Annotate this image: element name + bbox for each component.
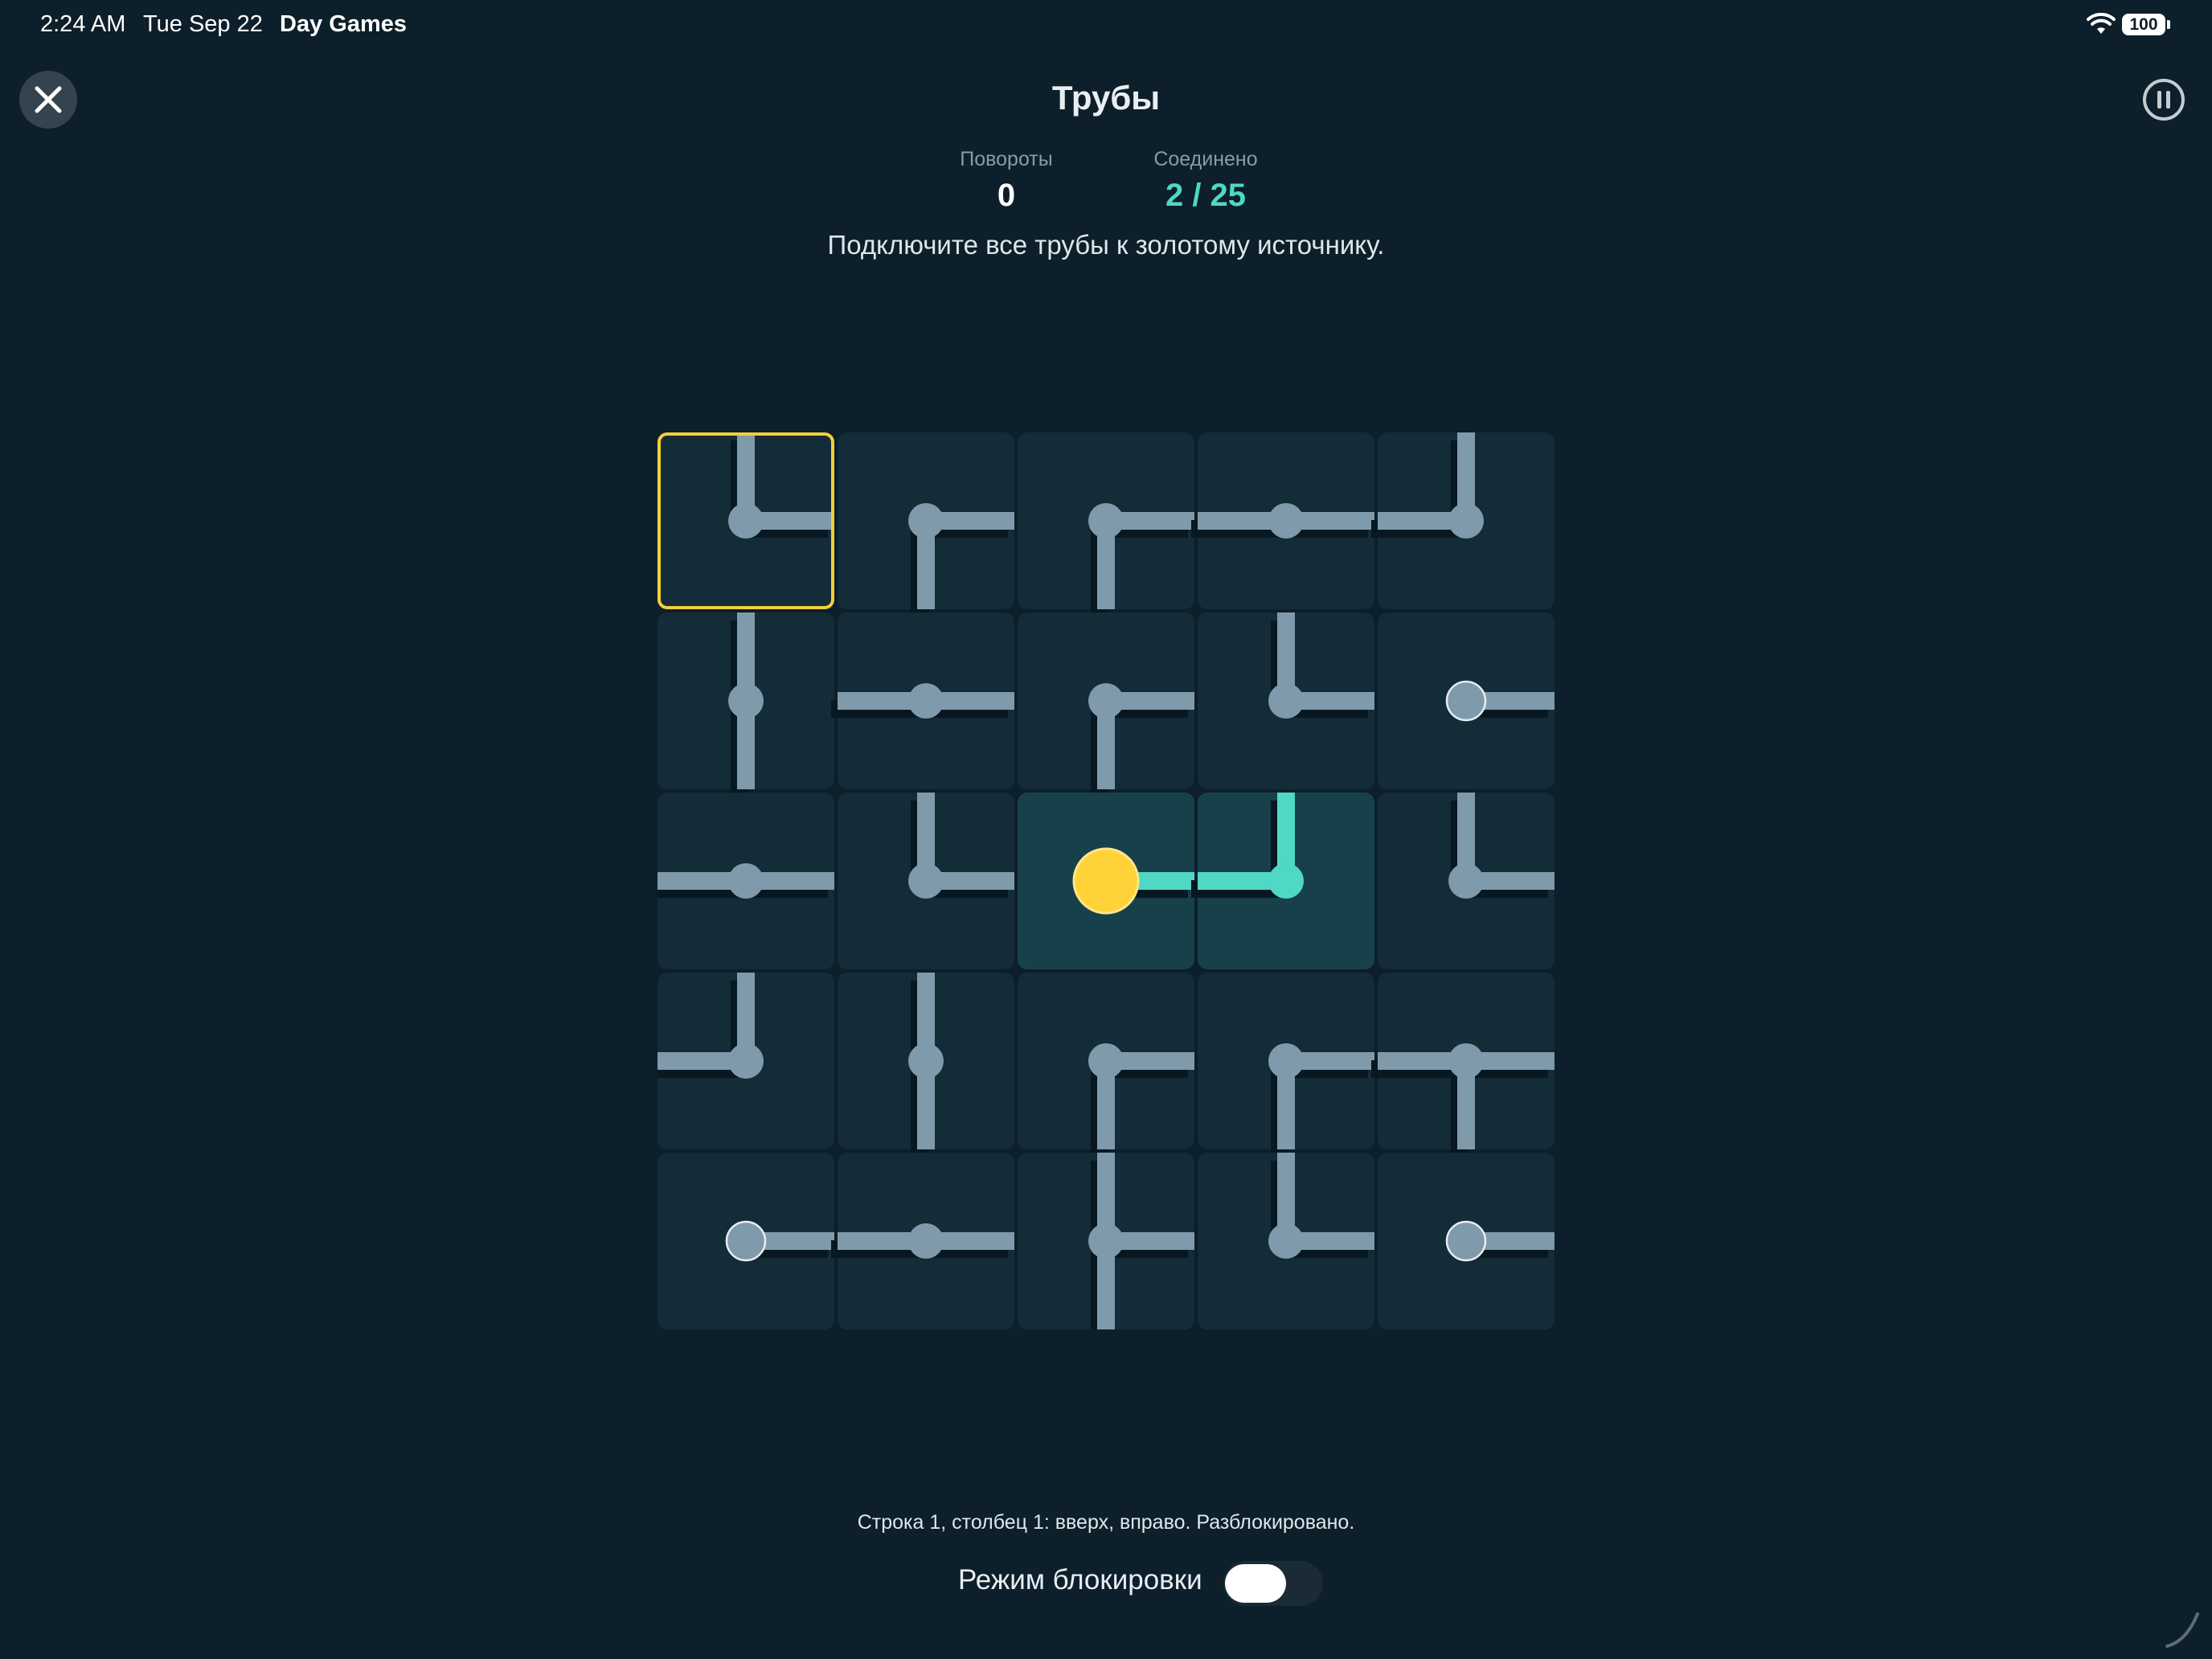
instruction-text: Подключите все трубы к золотому источник… — [827, 230, 1385, 260]
tile-button-r1-c4[interactable] — [1198, 432, 1374, 609]
pause-button[interactable] — [2141, 77, 2186, 122]
pipes-game-screen: 2:24 AM Tue Sep 22 Day Games 100 Трубы П… — [0, 0, 2212, 1659]
tile-button-r3-c5[interactable] — [1378, 793, 1555, 969]
tile-button-r3-c1[interactable] — [657, 793, 834, 969]
status-date: Tue Sep 22 — [143, 11, 263, 37]
lock-mode-row: Режим блокировки — [0, 1556, 2212, 1606]
tile-button-r1-c2[interactable] — [838, 432, 1014, 609]
status-app-name: Day Games — [280, 11, 407, 37]
battery-tip — [2167, 20, 2170, 29]
tile-button-r4-c5[interactable] — [1378, 973, 1555, 1149]
cell-status-text: Строка 1, столбец 1: вверх, вправо. Разб… — [857, 1511, 1355, 1534]
lock-mode-toggle[interactable] — [1223, 1561, 1323, 1606]
tile-button-r4-c2[interactable] — [838, 973, 1014, 1149]
tile-button-r5-c1[interactable] — [657, 1153, 834, 1329]
lock-mode-label: Режим блокировки — [958, 1564, 1202, 1596]
tile-button-r3-c4[interactable] — [1198, 793, 1374, 969]
turns-label: Повороты — [960, 148, 1053, 170]
tile-button-r4-c4[interactable] — [1198, 973, 1374, 1149]
status-bar: 2:24 AM Tue Sep 22 Day Games 100 — [0, 0, 2212, 51]
tile-button-r5-c4[interactable] — [1198, 1153, 1374, 1329]
pipe-board — [657, 432, 1555, 1329]
lock-mode-toggle-knob — [1225, 1564, 1286, 1603]
tile-button-r4-c1[interactable] — [657, 973, 834, 1149]
battery-icon: 100 — [2122, 14, 2165, 35]
tile-button-r2-c1[interactable] — [657, 612, 834, 789]
tile-button-r2-c2[interactable] — [838, 612, 1014, 789]
pause-icon — [2143, 79, 2185, 121]
turns-value: 0 — [997, 178, 1016, 213]
tile-button-r1-c3[interactable] — [1018, 432, 1194, 609]
battery-level: 100 — [2129, 14, 2158, 34]
tile-button-r1-c1[interactable] — [657, 432, 834, 609]
tile-button-r5-c2[interactable] — [838, 1153, 1014, 1329]
connected-value: 2 / 25 — [1165, 178, 1247, 213]
tile-button-r4-c3[interactable] — [1018, 973, 1194, 1149]
scroll-indicator-icon — [2165, 1612, 2199, 1648]
tile-button-r3-c2[interactable] — [838, 793, 1014, 969]
turns-stat: Повороты 0 — [926, 148, 1087, 214]
tile-button-r2-c3[interactable] — [1018, 612, 1194, 789]
tile-button-r2-c5[interactable] — [1378, 612, 1555, 789]
tile-button-r5-c3[interactable] — [1018, 1153, 1194, 1329]
tile-button-r5-c5[interactable] — [1378, 1153, 1555, 1329]
tile-button-r1-c5[interactable] — [1378, 432, 1555, 609]
tile-button-r2-c4[interactable] — [1198, 612, 1374, 789]
wifi-icon — [2087, 13, 2116, 34]
connected-label: Соединено — [1153, 148, 1258, 170]
status-time: 2:24 AM — [40, 11, 126, 37]
tile-button-r3-c3[interactable] — [1018, 793, 1194, 969]
page-title: Трубы — [1051, 79, 1161, 117]
connected-stat: Соединено 2 / 25 — [1125, 148, 1286, 214]
